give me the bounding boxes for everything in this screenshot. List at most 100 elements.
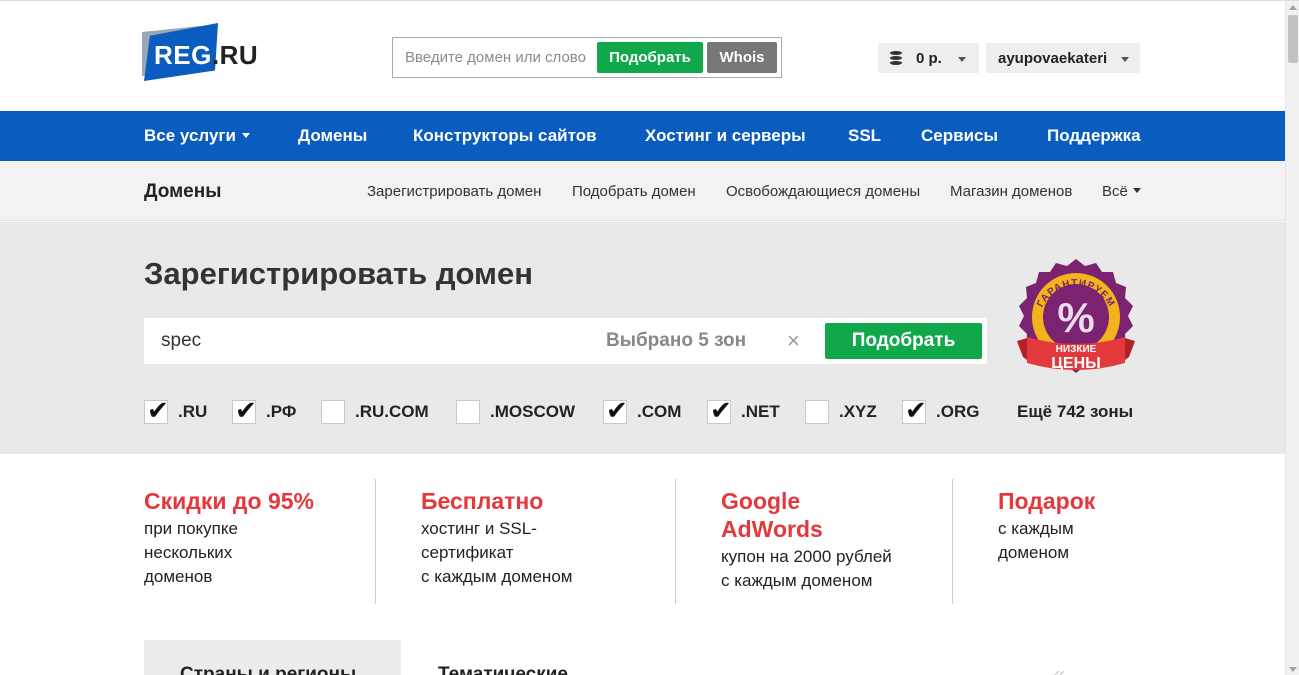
balance-amount: 0 р.	[916, 50, 942, 67]
promo-line: с каждым	[998, 519, 1074, 538]
tab-label: Страны и регионы	[180, 664, 357, 675]
zone-label: .XYZ	[839, 402, 877, 421]
promo-line: хостинг и SSL-	[421, 519, 537, 538]
nav-hosting[interactable]: Хостинг и серверы	[645, 126, 806, 146]
subnav-all-label: Всё	[1102, 183, 1128, 200]
logo-suffix: .RU	[211, 40, 259, 70]
promo-discounts: Скидки до 95% при покупке нескольких дом…	[144, 487, 314, 589]
checkmark-icon: ✔	[606, 395, 628, 425]
account-dropdown[interactable]: ayupovaekaterina	[986, 43, 1140, 73]
promo-title-line: Google	[721, 488, 801, 514]
promo-description: при покупке нескольких доменов	[144, 517, 314, 589]
chevron-down-icon	[1121, 57, 1129, 62]
more-zones-link[interactable]: Ещё 742 зоны	[1017, 402, 1133, 422]
clear-icon[interactable]: ×	[787, 328, 800, 354]
tab-thematic[interactable]: Тематические	[438, 664, 568, 675]
page: REG.RU Введите домен или слово Подобрать…	[0, 0, 1299, 675]
promo-description: с каждым доменом	[998, 517, 1095, 565]
promo-line: доменом	[998, 543, 1070, 562]
promo-description: хостинг и SSL- сертификат с каждым домен…	[421, 517, 572, 589]
selected-zones-count[interactable]: Выбрано 5 зон	[606, 330, 746, 352]
search-placeholder: Введите домен или слово	[405, 49, 586, 66]
nav-label: Все услуги	[144, 126, 236, 145]
promo-line: при покупке	[144, 519, 238, 538]
nav-services[interactable]: Сервисы	[921, 126, 998, 146]
reg-ru-logo[interactable]: REG.RU	[140, 21, 270, 83]
percent-icon: %	[1057, 294, 1094, 341]
badge-line2: ЦЕНЫ	[1051, 355, 1101, 372]
subnav-pick-domain[interactable]: Подобрать домен	[572, 183, 696, 200]
coins-icon	[890, 51, 904, 65]
promo-line: с каждым доменом	[421, 567, 573, 586]
chevron-down-icon	[241, 133, 250, 138]
header: REG.RU Введите домен или слово Подобрать…	[0, 1, 1285, 111]
promo-title: Скидки до 95%	[144, 488, 314, 514]
zone-label: .ORG	[936, 402, 980, 421]
zone-label: .RU	[178, 402, 208, 421]
nav-support[interactable]: Поддержка	[1047, 126, 1141, 146]
whois-button[interactable]: Whois	[707, 42, 777, 73]
page-title: Зарегистрировать домен	[144, 256, 533, 291]
domain-search-field[interactable]: Введите домен или слово Подобрать Whois	[392, 37, 782, 78]
logo-text: REG.RU	[154, 40, 258, 71]
zone-checkbox-list: ✔ .RU ✔ .РФ .RU.COM .MOSCOW ✔ .COM ✔ .NE	[144, 395, 1144, 426]
promo-line: купон на 2000 рублей	[721, 547, 892, 566]
header-pick-button[interactable]: Подобрать	[597, 42, 703, 73]
promo-line: доменов	[144, 567, 213, 586]
checkbox[interactable]	[805, 400, 829, 424]
checkbox[interactable]	[456, 400, 480, 424]
domain-name-input[interactable]: spec Выбрано 5 зон × Подобрать	[144, 318, 987, 364]
checkmark-icon: ✔	[235, 395, 257, 425]
checkbox[interactable]: ✔	[232, 395, 257, 425]
subnav-domain-shop[interactable]: Магазин доменов	[950, 183, 1072, 200]
checkmark-icon: ✔	[147, 395, 169, 425]
section-title[interactable]: Домены	[144, 181, 221, 203]
promo-adwords: Google AdWords купон на 2000 рублей с ка…	[721, 487, 892, 593]
scrollbar-thumb[interactable]	[1288, 15, 1298, 63]
low-prices-badge: ГАРАНТИРУЕМ % НИЗКИЕ ЦЕНЫ	[1017, 259, 1135, 373]
chevron-down-icon	[1132, 188, 1141, 193]
badge-line1: НИЗКИЕ	[1056, 344, 1097, 355]
checkbox[interactable]	[321, 400, 345, 424]
subnav-expiring-domains[interactable]: Освобождающиеся домены	[726, 183, 920, 200]
divider	[675, 479, 676, 604]
nav-all-services[interactable]: Все услуги	[144, 126, 250, 146]
promo-free-hosting: Бесплатно хостинг и SSL- сертификат с ка…	[421, 487, 572, 589]
checkbox[interactable]: ✔	[603, 395, 628, 425]
scroll-up-icon[interactable]	[1289, 5, 1297, 10]
logo-main: REG	[154, 40, 212, 70]
promo-title-line: AdWords	[721, 516, 823, 542]
page-scrollbar[interactable]	[1285, 1, 1299, 675]
zone-label: .MOSCOW	[490, 402, 575, 421]
main-navigation: Все услуги Домены Конструкторы сайтов Хо…	[0, 111, 1285, 161]
divider	[952, 479, 953, 604]
promo-title: Бесплатно	[421, 488, 544, 514]
promo-line: нескольких	[144, 543, 233, 562]
promo-description: купон на 2000 рублей с каждым доменом	[721, 545, 892, 593]
pick-domain-button[interactable]: Подобрать	[825, 323, 982, 359]
promo-section: Скидки до 95% при покупке нескольких дом…	[0, 454, 1285, 624]
nav-site-builders[interactable]: Конструкторы сайтов	[413, 126, 597, 146]
promo-title: Подарок	[998, 488, 1096, 514]
nav-ssl[interactable]: SSL	[848, 126, 881, 146]
promo-gift: Подарок с каждым доменом	[998, 487, 1095, 565]
zone-label: .RU.COM	[355, 402, 429, 421]
checkmark-icon: ✔	[710, 395, 732, 425]
balance-dropdown[interactable]: 0 р.	[878, 43, 979, 73]
scroll-down-icon[interactable]	[1289, 667, 1297, 672]
divider	[375, 479, 376, 604]
zone-label: .NET	[741, 402, 780, 421]
nav-domains[interactable]: Домены	[298, 126, 367, 146]
checkbox[interactable]: ✔	[902, 395, 927, 425]
checkbox[interactable]: ✔	[144, 395, 169, 425]
subnav-register-domain[interactable]: Зарегистрировать домен	[367, 183, 541, 200]
tab-countries-regions[interactable]: Страны и регионы	[144, 640, 401, 675]
chevron-down-icon	[958, 57, 966, 62]
checkmark-icon: ✔	[905, 395, 927, 425]
checkbox[interactable]: ✔	[707, 395, 732, 425]
section-subnav: Домены Зарегистрировать домен Подобрать …	[0, 161, 1285, 221]
promo-line: с каждым доменом	[721, 571, 873, 590]
subnav-all[interactable]: Всё	[1102, 183, 1141, 200]
account-name: ayupovaekaterina	[998, 50, 1108, 67]
promo-line: сертификат	[421, 543, 514, 562]
